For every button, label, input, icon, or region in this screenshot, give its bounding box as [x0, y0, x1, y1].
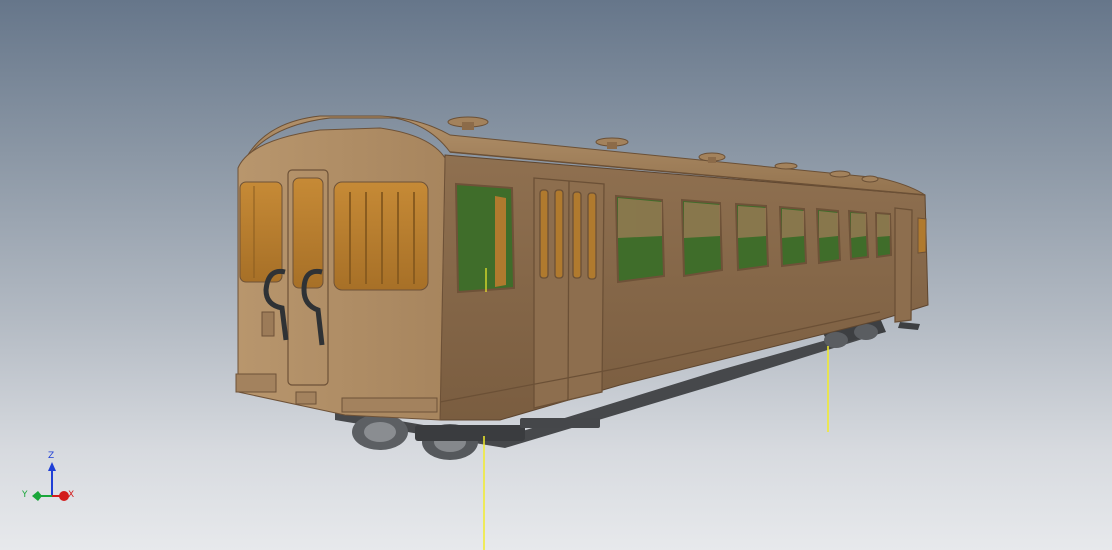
wheel — [824, 332, 848, 348]
x-axis-label: X — [68, 490, 75, 500]
wheel — [854, 324, 878, 340]
3d-viewport[interactable]: Z Y X — [0, 0, 1112, 550]
end-window-left — [239, 181, 283, 283]
z-axis-label: Z — [48, 451, 55, 461]
railcar-model[interactable] — [0, 0, 1112, 550]
y-axis-label: Y — [22, 490, 28, 500]
coordinate-triad: Z Y X — [14, 450, 84, 510]
